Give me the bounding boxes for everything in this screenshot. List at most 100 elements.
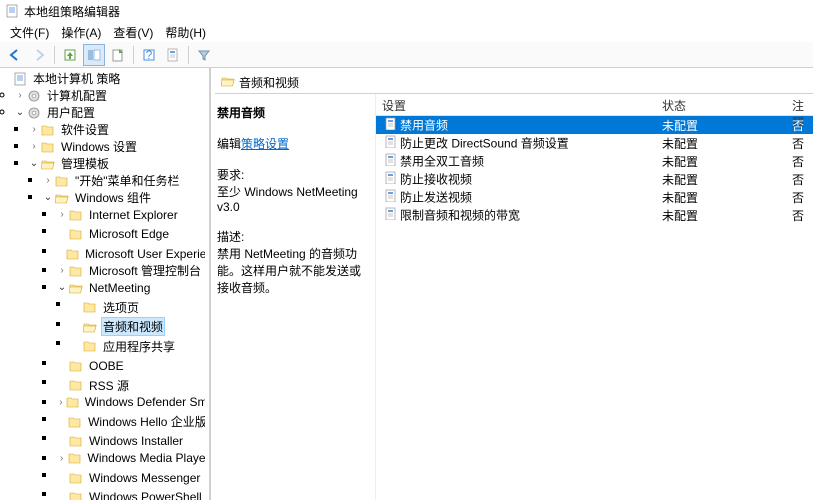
folder-icon [68,359,84,373]
tree-powershell[interactable]: Windows PowerShell [56,489,209,500]
tree-label: Windows 组件 [73,189,153,206]
properties-button[interactable] [162,44,184,66]
export-button[interactable] [107,44,129,66]
cell-note: 否 [786,134,813,153]
tree-nm-appshare[interactable]: 应用程序共享 [70,338,209,355]
column-state[interactable]: 状态 [656,94,786,115]
tree-messenger[interactable]: Windows Messenger [56,469,209,486]
tree-rss[interactable]: RSS 源 [56,377,209,394]
tree-label: Windows Hello 企业版 [86,413,205,430]
column-note[interactable]: 注释 [786,94,813,115]
description-label: 描述: [217,228,369,245]
cell-state: 未配置 [656,116,786,135]
chevron-down-icon[interactable]: ⌄ [42,192,54,203]
folder-icon [66,247,80,261]
tree-winsettings[interactable]: › Windows 设置 [28,138,209,155]
tree-admin-templates[interactable]: ⌄管理模板 [28,155,209,172]
tree-computer-config[interactable]: › 计算机配置 [14,87,209,104]
help-button[interactable]: ? [138,44,160,66]
chevron-down-icon[interactable]: ⌄ [14,107,26,118]
tree-win-components[interactable]: ⌄ Windows 组件 [42,189,209,206]
app-icon [4,3,20,19]
cell-note: 否 [786,152,813,171]
policy-row[interactable]: 禁用音频未配置否 [376,116,813,134]
menu-view[interactable]: 查看(V) [107,22,159,43]
tree-installer[interactable]: Windows Installer [56,433,209,450]
column-setting[interactable]: 设置 [376,94,656,115]
show-hide-tree-button[interactable] [83,44,105,66]
edit-label: 编辑 [217,137,241,151]
tree-label: 计算机配置 [45,87,109,104]
tree-hello[interactable]: Windows Hello 企业版 [56,413,209,430]
tree-nm-options[interactable]: 选项页 [70,299,209,316]
tree-label: Windows Defender SmartS [83,395,205,409]
tree-wmp[interactable]: ›Windows Media Player [56,450,209,467]
tree-label: 用户配置 [45,104,97,121]
tree-edge[interactable]: Microsoft Edge [56,226,209,243]
menu-action[interactable]: 操作(A) [55,22,107,43]
tree-ie[interactable]: › Internet Explorer [56,206,209,223]
chevron-right-icon[interactable]: › [14,90,26,101]
tree-oobe[interactable]: OOBE [56,357,209,374]
tree-label: RSS 源 [87,377,131,394]
description-value: 禁用 NetMeeting 的音频功能。这样用户就不能发送或接收音频。 [217,245,369,296]
tree-mue[interactable]: Microsoft User Experience [56,245,209,262]
tree-root[interactable]: 本地计算机 策略 [0,70,209,87]
tree-label: NetMeeting [87,281,152,295]
tree-netmeeting[interactable]: ⌄ NetMeeting [56,279,209,296]
list-pane[interactable]: 设置 状态 注释 禁用音频未配置否防止更改 DirectSound 音频设置未配… [376,94,813,500]
cell-state: 未配置 [656,170,786,189]
tree-label: 软件设置 [59,121,111,138]
tree-user-config[interactable]: ⌄ 用户配置 [14,104,209,121]
chevron-right-icon[interactable]: › [56,209,68,220]
folder-icon [68,434,84,448]
up-button[interactable] [59,44,81,66]
tree-label: 选项页 [101,299,141,316]
menu-file[interactable]: 文件(F) [4,22,55,43]
tree-defender[interactable]: › Windows Defender SmartS [56,394,209,411]
cell-setting: 防止发送视频 [376,187,656,207]
policy-row[interactable]: 防止更改 DirectSound 音频设置未配置否 [376,134,813,152]
policy-row[interactable]: 禁用全双工音频未配置否 [376,152,813,170]
chevron-right-icon[interactable]: › [56,397,66,408]
chevron-right-icon[interactable]: › [28,141,40,152]
chevron-down-icon[interactable]: ⌄ [56,282,68,293]
cell-state: 未配置 [656,206,786,225]
folder-icon [68,378,84,392]
title-bar: 本地组策略编辑器 [0,0,813,22]
chevron-right-icon[interactable]: › [42,175,54,186]
cell-state: 未配置 [656,152,786,171]
tree-pane[interactable]: 本地计算机 策略 › 计算机配置 ⌄ 用户配置 › 软件设置 › Windows 设置⌄管理模板… [0,68,210,500]
edit-policy-link[interactable]: 策略设置 [241,137,289,151]
detail-pane: 禁用音频 编辑策略设置 要求: 至少 Windows NetMeeting v3… [211,94,376,500]
policy-row[interactable]: 限制音频和视频的带宽未配置否 [376,206,813,224]
forward-button[interactable] [28,44,50,66]
folder-icon [82,300,98,314]
policy-row[interactable]: 防止发送视频未配置否 [376,188,813,206]
tree-nm-av[interactable]: 音频和视频 [70,318,209,335]
tree-label: Internet Explorer [87,208,180,222]
chevron-down-icon[interactable]: ⌄ [28,158,40,169]
filter-button[interactable] [193,44,215,66]
policy-icon [382,134,398,148]
back-button[interactable] [4,44,26,66]
policy-row[interactable]: 防止接收视频未配置否 [376,170,813,188]
tree-start-menu[interactable]: ›"开始"菜单和任务栏 [42,172,209,189]
tree-label: OOBE [87,359,126,373]
policy-icon [382,152,398,166]
cell-setting: 禁用音频 [376,115,656,135]
cell-note: 否 [786,188,813,207]
tree-mmc[interactable]: ›Microsoft 管理控制台 [56,262,209,279]
tree-label: Microsoft User Experience [83,247,205,261]
policy-icon [382,116,398,130]
menu-help[interactable]: 帮助(H) [159,22,212,43]
requirement-label: 要求: [217,166,369,183]
separator [188,46,189,64]
tree-label: Windows PowerShell [87,490,204,500]
chevron-right-icon[interactable]: › [56,265,68,276]
chevron-right-icon[interactable]: › [28,124,40,135]
policy-icon [382,188,398,202]
tree-software[interactable]: › 软件设置 [28,121,209,138]
tree-label: Windows 设置 [59,138,139,155]
chevron-right-icon[interactable]: › [56,453,67,464]
